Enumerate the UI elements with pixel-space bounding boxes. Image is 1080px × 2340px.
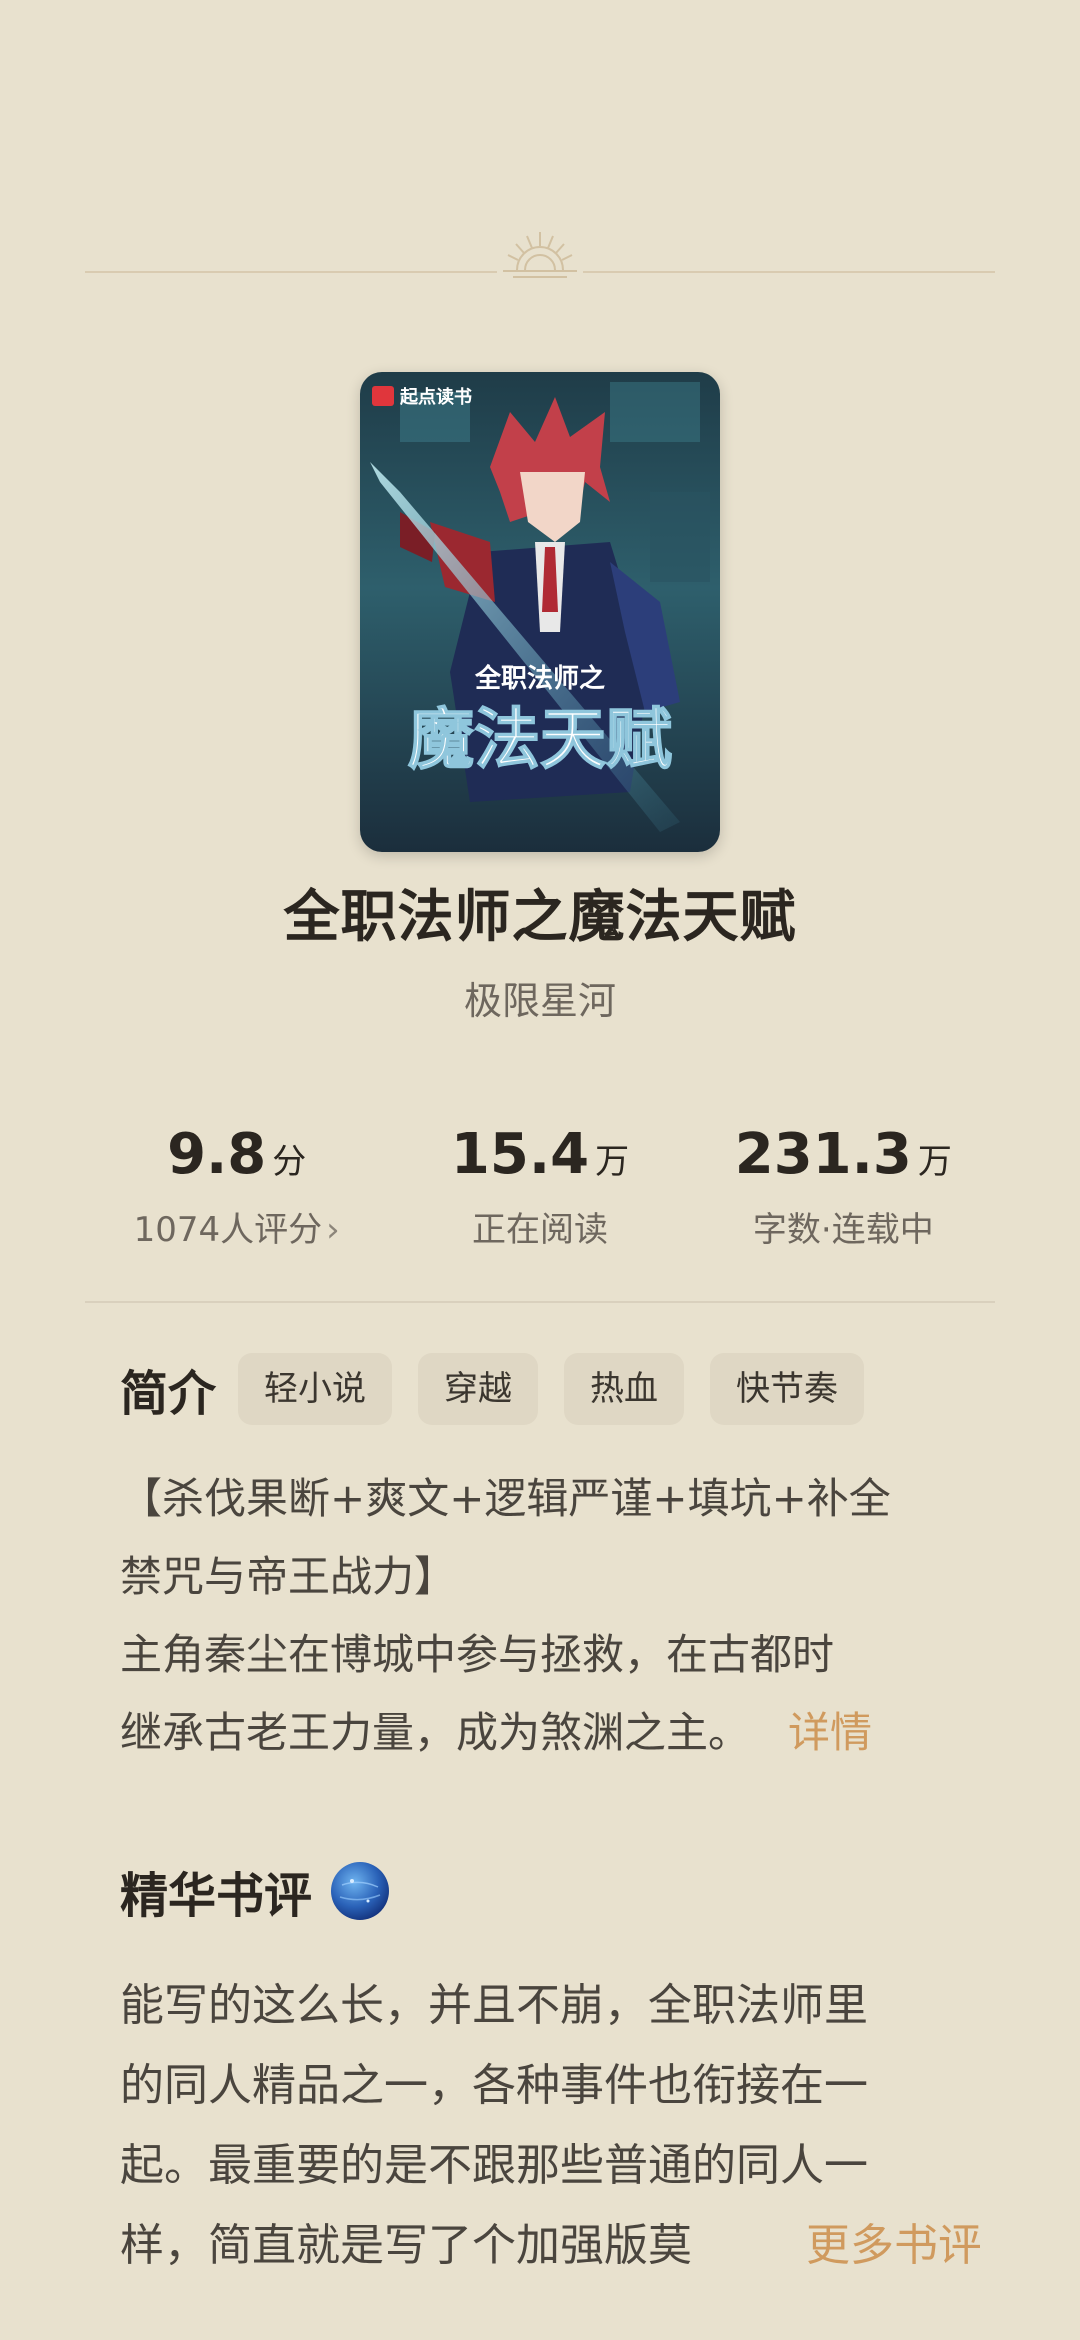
cover-brand: 起点读书 — [399, 386, 472, 407]
book-author[interactable]: 极限星河 — [0, 970, 1080, 1025]
intro-text[interactable]: 【杀伐果断+爽文+逻辑严谨+填坑+补全 禁咒与帝王战力】 主角秦尘在博城中参与拯… — [120, 1460, 980, 1772]
book-detail-page: 起点读书 全职法师之 魔法天赋 全职法师之魔法天赋 极限星河 9.8 分 1074… — [0, 0, 1080, 2340]
intro-line: 继承古老王力量，成为煞渊之主。 — [120, 1708, 751, 1757]
globe-icon — [331, 1862, 390, 1920]
intro-detail-link[interactable]: 详情 — [788, 1708, 872, 1757]
readers-label: 正在阅读 — [471, 1210, 608, 1250]
review-text[interactable]: 能写的这么长，并且不崩，全职法师里 的同人精品之一，各种事件也衔接在一 起。最重… — [120, 1966, 980, 2286]
rating-count-label: 1074人评分 — [133, 1210, 323, 1250]
book-title: 全职法师之魔法天赋 — [283, 885, 797, 950]
rating-unit: 分 — [272, 1142, 307, 1182]
wordcount-label: 字数·连载中 — [752, 1210, 934, 1250]
stat-readers: 15.4 万 正在阅读 — [388, 1120, 691, 1260]
sun-ornament-icon — [497, 232, 583, 282]
cover-title-big: 魔法天赋 — [408, 701, 672, 778]
tag-time-travel[interactable]: 穿越 — [418, 1353, 539, 1425]
intro-line: 主角秦尘在博城中参与拯救，在古都时 — [120, 1630, 835, 1679]
review-line: 样，简直就是写了个加强版莫 — [120, 2220, 692, 2271]
tag-hot-blooded[interactable]: 热血 — [564, 1353, 685, 1425]
wordcount-value: 231.3 — [734, 1122, 912, 1187]
intro-title: 简介 — [120, 1366, 217, 1422]
stats-divider — [85, 1301, 995, 1303]
review-line: 的同人精品之一，各种事件也衔接在一 — [120, 2060, 868, 2111]
tag-light-novel[interactable]: 轻小说 — [238, 1353, 393, 1425]
book-cover-art: 起点读书 全职法师之 魔法天赋 — [360, 372, 720, 852]
tag-fast-paced[interactable]: 快节奏 — [710, 1353, 865, 1425]
wordcount-unit: 万 — [917, 1142, 952, 1182]
readers-value: 15.4 — [450, 1122, 590, 1187]
rating-value: 9.8 — [167, 1122, 267, 1187]
cover-title-small: 全职法师之 — [474, 663, 605, 694]
intro-header: 简介 轻小说 穿越 热血 快节奏 — [120, 1352, 890, 1426]
more-reviews-link[interactable]: 更多书评 — [776, 2206, 980, 2286]
stat-wordcount: 231.3 万 字数·连载中 — [692, 1120, 995, 1260]
readers-unit: 万 — [595, 1142, 630, 1182]
stats-row: 9.8 分 1074人评分 › 15.4 万 正在阅读 231.3 万 字数·连载中 — [85, 1120, 995, 1260]
chevron-right-icon: › — [326, 1210, 340, 1250]
review-line: 起。最重要的是不跟那些普通的同人一 — [120, 2140, 868, 2191]
book-cover[interactable]: 起点读书 全职法师之 魔法天赋 — [360, 372, 720, 852]
review-line: 能写的这么长，并且不崩，全职法师里 — [120, 1980, 868, 2031]
stat-rating[interactable]: 9.8 分 1074人评分 › — [85, 1120, 388, 1260]
review-title: 精华书评 — [120, 1868, 313, 1924]
review-header: 精华书评 — [120, 1858, 390, 1924]
intro-line: 【杀伐果断+爽文+逻辑严谨+填坑+补全 — [120, 1474, 891, 1523]
intro-line: 禁咒与帝王战力】 — [120, 1552, 457, 1601]
